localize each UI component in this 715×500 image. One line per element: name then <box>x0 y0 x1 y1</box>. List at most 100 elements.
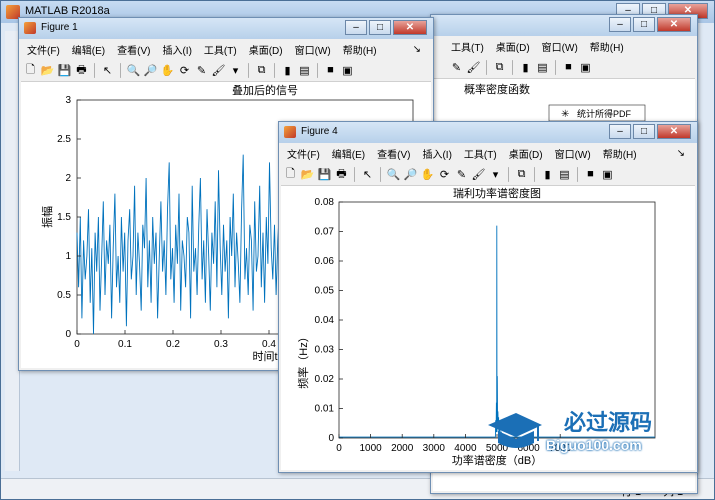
save-icon[interactable]: 💾 <box>317 167 332 182</box>
menu-window[interactable]: 窗口(W) <box>536 37 584 55</box>
menu-insert[interactable]: 插入(I) <box>416 144 457 162</box>
x-tick-label: 3000 <box>423 443 446 454</box>
y-tick-label: 0.01 <box>315 404 335 415</box>
menu-window[interactable]: 窗口(W) <box>289 40 337 58</box>
legend-icon[interactable]: ▤ <box>557 167 572 182</box>
chart-title: 概率密度函数 <box>464 82 530 96</box>
toolbar-separator <box>120 62 121 78</box>
brush-icon[interactable]: 🖌 <box>471 167 486 182</box>
menu-edit[interactable]: 编辑(E) <box>326 144 371 162</box>
datatip-icon[interactable]: ✎ <box>449 60 464 75</box>
minimize-icon[interactable]: – <box>609 17 631 32</box>
open-icon[interactable]: 📂 <box>40 63 55 78</box>
toolbar-separator <box>317 62 318 78</box>
zoom-out-icon[interactable]: 🔎 <box>143 63 158 78</box>
menu-desktop[interactable]: 桌面(D) <box>243 40 289 58</box>
figure-4-menubar: 文件(F) 编辑(E) 查看(V) 插入(I) 工具(T) 桌面(D) 窗口(W… <box>281 144 695 162</box>
pointer-icon[interactable]: ↖ <box>100 63 115 78</box>
show-tools-icon[interactable]: ▣ <box>578 60 593 75</box>
dock-arrow-icon[interactable]: ↘ <box>671 146 691 161</box>
colorbar-icon[interactable]: ▮ <box>540 167 555 182</box>
figure-icon <box>24 22 36 34</box>
maximize-icon[interactable]: □ <box>633 17 655 32</box>
close-icon[interactable]: ✕ <box>657 17 691 32</box>
y-tick-label: 0.07 <box>315 227 335 238</box>
pan-icon[interactable]: ✋ <box>420 167 435 182</box>
legend-marker-icon: ✳ <box>561 109 569 120</box>
open-icon[interactable]: 📂 <box>300 167 315 182</box>
menu-help[interactable]: 帮助(H) <box>584 37 630 55</box>
figure-4-titlebar[interactable]: Figure 4 – □ ✕ <box>279 122 697 143</box>
brush-icon[interactable]: 🖌 <box>211 63 226 78</box>
menu-tools[interactable]: 工具(T) <box>198 40 243 58</box>
maximize-icon[interactable]: □ <box>633 124 655 139</box>
menu-file[interactable]: 文件(F) <box>281 144 326 162</box>
save-icon[interactable]: 💾 <box>57 63 72 78</box>
menu-desktop[interactable]: 桌面(D) <box>503 144 549 162</box>
menu-view[interactable]: 查看(V) <box>111 40 156 58</box>
zoom-out-icon[interactable]: 🔎 <box>403 167 418 182</box>
y-tick-label: 2.5 <box>57 134 71 145</box>
show-tools-icon[interactable]: ▣ <box>600 167 615 182</box>
zoom-in-icon[interactable]: 🔍 <box>386 167 401 182</box>
toolbar-separator <box>274 62 275 78</box>
close-icon[interactable]: ✕ <box>657 124 691 139</box>
legend-icon[interactable]: ▤ <box>535 60 550 75</box>
menu-tools[interactable]: 工具(T) <box>458 144 503 162</box>
hide-tools-icon[interactable]: ■ <box>561 60 576 75</box>
link-icon[interactable]: ⧉ <box>492 60 507 75</box>
menu-edit[interactable]: 编辑(E) <box>66 40 111 58</box>
minimize-icon[interactable]: – <box>609 124 631 139</box>
datatip-icon[interactable]: ✎ <box>194 63 209 78</box>
pointer-icon[interactable]: ↖ <box>360 167 375 182</box>
zoom-in-icon[interactable]: 🔍 <box>126 63 141 78</box>
brush-dropdown-icon[interactable]: ▾ <box>228 63 243 78</box>
watermark-text: 必过源码 <box>564 411 653 436</box>
rotate-icon[interactable]: ⟳ <box>437 167 452 182</box>
print-icon[interactable]: 🖶 <box>334 167 349 182</box>
toolbar-separator <box>94 62 95 78</box>
legend-icon[interactable]: ▤ <box>297 63 312 78</box>
colorbar-icon[interactable]: ▮ <box>280 63 295 78</box>
dock-arrow-icon[interactable]: ↘ <box>407 42 427 57</box>
new-figure-icon[interactable]: 🗋 <box>23 63 38 78</box>
minimize-icon[interactable]: – <box>345 20 367 35</box>
hide-tools-icon[interactable]: ■ <box>323 63 338 78</box>
y-tick-label: 0.04 <box>315 315 335 326</box>
menu-window[interactable]: 窗口(W) <box>549 144 597 162</box>
figure-1-titlebar[interactable]: Figure 1 – □ ✕ <box>19 18 433 39</box>
figure-back-titlebar[interactable]: – □ ✕ <box>431 15 697 36</box>
toolbar-separator <box>248 62 249 78</box>
close-icon[interactable]: ✕ <box>393 20 427 35</box>
menu-desktop[interactable]: 桌面(D) <box>490 37 536 55</box>
figure-back-toolbar: ✎ 🖌 ⧉ ▮ ▤ ■ ▣ <box>433 56 695 79</box>
y-tick-label: 3 <box>65 95 71 106</box>
x-tick-label: 0 <box>74 339 80 350</box>
menu-help[interactable]: 帮助(H) <box>337 40 383 58</box>
link-icon[interactable]: ⧉ <box>254 63 269 78</box>
brush-dropdown-icon[interactable]: ▾ <box>488 167 503 182</box>
link-icon[interactable]: ⧉ <box>514 167 529 182</box>
menu-insert[interactable]: 插入(I) <box>156 40 197 58</box>
maximize-icon[interactable]: □ <box>369 20 391 35</box>
menu-view[interactable]: 查看(V) <box>371 144 416 162</box>
menu-help[interactable]: 帮助(H) <box>597 144 643 162</box>
menu-file[interactable]: 文件(F) <box>21 40 66 58</box>
pan-icon[interactable]: ✋ <box>160 63 175 78</box>
figure-4-title: Figure 4 <box>301 126 338 137</box>
hide-tools-icon[interactable]: ■ <box>583 167 598 182</box>
x-axis-label: 时间t <box>252 350 277 363</box>
menu-tools[interactable]: 工具(T) <box>445 37 490 55</box>
new-figure-icon[interactable]: 🗋 <box>283 167 298 182</box>
watermark-subtext: Biguo100.com <box>546 437 642 453</box>
rotate-icon[interactable]: ⟳ <box>177 63 192 78</box>
main-window-title: MATLAB R2018a <box>25 5 110 17</box>
brush-icon[interactable]: 🖌 <box>466 60 481 75</box>
y-tick-label: 0.03 <box>315 345 335 356</box>
print-icon[interactable]: 🖶 <box>74 63 89 78</box>
show-tools-icon[interactable]: ▣ <box>340 63 355 78</box>
colorbar-icon[interactable]: ▮ <box>518 60 533 75</box>
datatip-icon[interactable]: ✎ <box>454 167 469 182</box>
chart-title: 叠加后的信号 <box>232 83 298 97</box>
watermark: 必过源码 Biguo100.com <box>484 405 684 467</box>
